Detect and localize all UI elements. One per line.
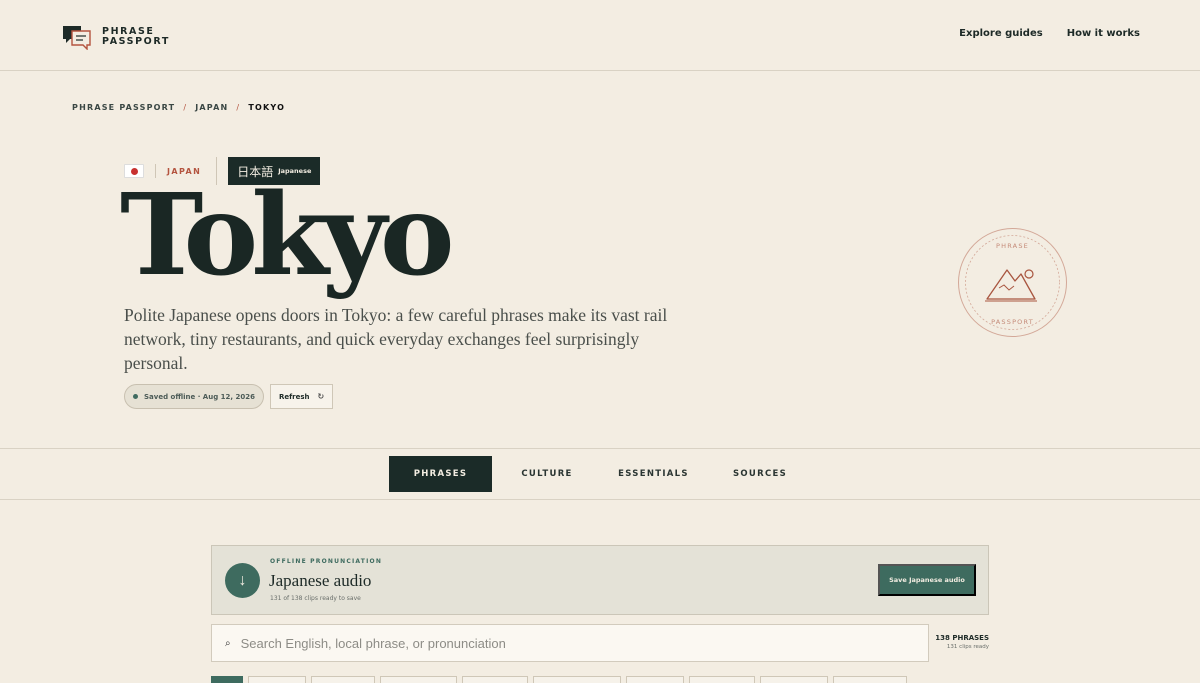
filter-chip[interactable] bbox=[760, 676, 828, 683]
tab-sources[interactable]: SOURCES bbox=[705, 456, 815, 492]
tab-essentials[interactable]: ESSENTIALS bbox=[602, 456, 705, 492]
filter-chip[interactable] bbox=[833, 676, 907, 683]
breadcrumb-country[interactable]: JAPAN bbox=[195, 103, 228, 112]
category-filters bbox=[211, 676, 907, 683]
filter-chip[interactable] bbox=[462, 676, 528, 683]
tab-culture[interactable]: CULTURE bbox=[492, 456, 602, 492]
offline-audio-card: ↓ OFFLINE PRONUNCIATION Japanese audio 1… bbox=[211, 545, 989, 615]
filter-chip[interactable] bbox=[311, 676, 375, 683]
stamp-bottom-text: PASSPORT bbox=[991, 318, 1034, 326]
page-title: Tokyo bbox=[120, 170, 455, 301]
saved-offline-text: Saved offline · Aug 12, 2026 bbox=[144, 392, 255, 401]
search-input[interactable] bbox=[240, 635, 881, 651]
tab-phrases[interactable]: PHRASES bbox=[389, 456, 492, 492]
breadcrumb-home[interactable]: PHRASE PASSPORT bbox=[72, 103, 175, 112]
filter-chip[interactable] bbox=[626, 676, 684, 683]
stamp-top-text: PHRASE bbox=[996, 242, 1029, 250]
audio-progress-text: 131 of 138 clips ready to save bbox=[270, 595, 361, 602]
brand-line-2: PASSPORT bbox=[102, 36, 170, 47]
chat-bubbles-icon bbox=[63, 26, 91, 50]
breadcrumb-current: TOKYO bbox=[248, 103, 286, 112]
audio-title: Japanese audio bbox=[269, 571, 372, 590]
refresh-button[interactable]: Refresh ↻ bbox=[269, 384, 334, 409]
brand-logo[interactable]: PHRASE PASSPORT bbox=[62, 24, 170, 50]
filter-chip[interactable] bbox=[689, 676, 755, 683]
save-audio-button[interactable]: Save Japanese audio bbox=[878, 564, 976, 596]
phrase-count-ready: 131 clips ready bbox=[946, 644, 989, 650]
phrase-count: 138 PHRASES 131 clips ready bbox=[935, 634, 989, 650]
filter-chip[interactable] bbox=[380, 676, 457, 683]
main-nav: Explore guides How it works bbox=[959, 28, 1140, 39]
phrase-count-total: 138 PHRASES bbox=[935, 634, 989, 642]
filter-chip[interactable] bbox=[211, 676, 243, 683]
breadcrumb-separator: / bbox=[183, 103, 188, 112]
nav-how-it-works[interactable]: How it works bbox=[1067, 28, 1140, 39]
nav-explore-guides[interactable]: Explore guides bbox=[959, 28, 1043, 39]
search-icon: ⌕ bbox=[225, 637, 231, 649]
city-intro: Polite Japanese opens doors in Tokyo: a … bbox=[124, 305, 668, 373]
breadcrumb-separator: / bbox=[236, 103, 241, 112]
refresh-icon: ↻ bbox=[317, 392, 325, 401]
refresh-label: Refresh bbox=[278, 392, 310, 401]
audio-kicker: OFFLINE PRONUNCIATION bbox=[270, 558, 383, 565]
filter-chip[interactable] bbox=[533, 676, 621, 683]
status-dot-icon bbox=[133, 394, 138, 399]
passport-stamp-icon: PHRASE PASSPORT bbox=[958, 228, 1067, 337]
download-icon: ↓ bbox=[225, 563, 260, 598]
top-bar: PHRASE PASSPORT Explore guides How it wo… bbox=[0, 0, 1200, 71]
phrase-search: ⌕ bbox=[211, 624, 929, 662]
filter-chip[interactable] bbox=[248, 676, 306, 683]
section-tabs-bar: PHRASES CULTURE ESSENTIALS SOURCES bbox=[0, 448, 1200, 500]
breadcrumb: PHRASE PASSPORT / JAPAN / TOKYO bbox=[72, 103, 285, 112]
saved-offline-badge: Saved offline · Aug 12, 2026 bbox=[124, 384, 264, 409]
section-tabs: PHRASES CULTURE ESSENTIALS SOURCES bbox=[389, 456, 815, 492]
offline-status-row: Saved offline · Aug 12, 2026 Refresh ↻ bbox=[124, 384, 334, 409]
brand-name: PHRASE PASSPORT bbox=[102, 27, 170, 47]
